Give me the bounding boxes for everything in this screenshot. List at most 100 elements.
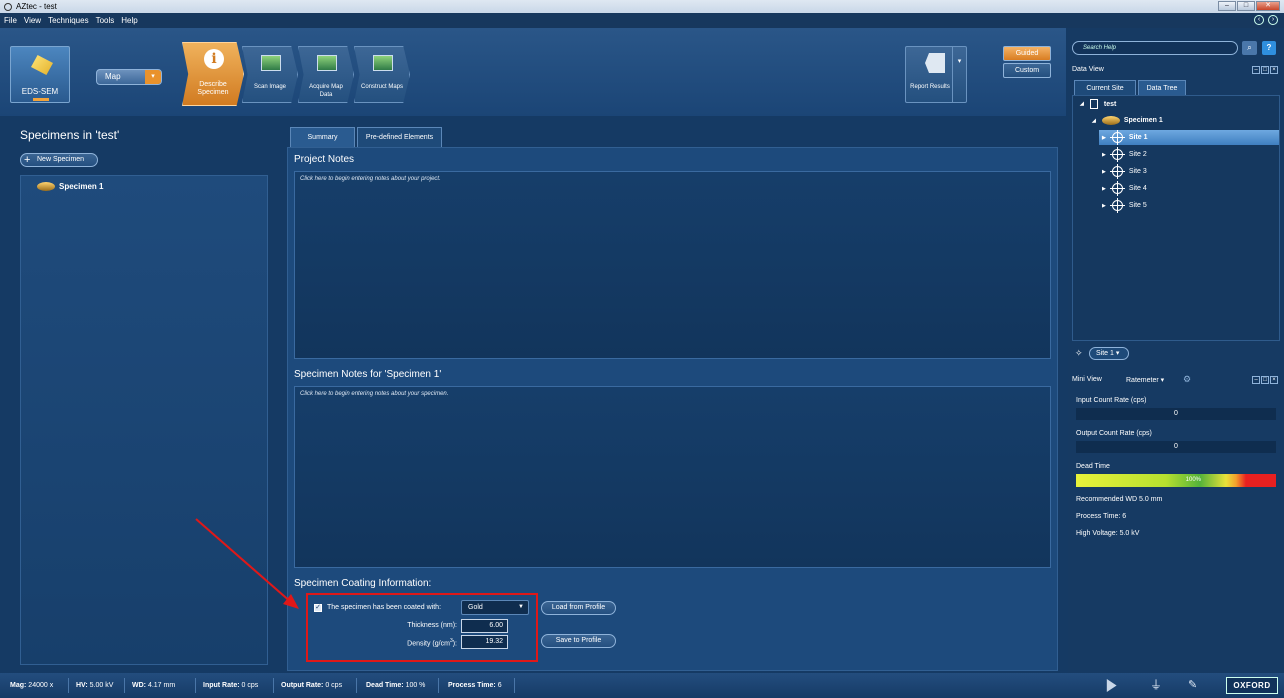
data-view-title: Data View — [1072, 66, 1104, 73]
expand-icon[interactable]: ▶ — [1102, 203, 1106, 209]
tab-summary[interactable]: Summary — [290, 127, 355, 147]
chevron-down-icon: ▾ — [145, 70, 161, 84]
status-dead-value: 100 % — [405, 682, 426, 689]
close-panel-icon[interactable]: × — [1270, 66, 1278, 74]
step-scan-image[interactable]: Scan Image — [242, 46, 298, 103]
info-icon: i — [204, 49, 224, 69]
new-specimen-button[interactable]: + New Specimen — [20, 153, 98, 167]
menu-file[interactable]: File — [4, 16, 17, 25]
tree-site[interactable]: ▶ Site 2 — [1102, 147, 1147, 162]
step-label: Construct Maps — [360, 84, 403, 90]
tree-site-label: Site 4 — [1128, 185, 1147, 192]
close-panel-icon[interactable]: × — [1270, 376, 1278, 384]
document-icon — [1089, 99, 1098, 109]
status-process-label: Process Time: — [448, 682, 496, 689]
status-output-label: Output Rate: — [281, 682, 324, 689]
status-input-label: Input Rate: — [203, 682, 240, 689]
mode-dropdown-value: Map — [105, 72, 121, 81]
load-from-profile-button[interactable]: Load from Profile — [541, 601, 616, 615]
menu-tools[interactable]: Tools — [96, 16, 115, 25]
tree-site[interactable]: ▶ Site 5 — [1102, 198, 1147, 213]
scan-image-icon — [261, 55, 281, 71]
report-dropdown-icon[interactable]: ▾ — [952, 47, 966, 102]
restore-panel-icon[interactable]: □ — [1261, 376, 1269, 384]
tree-specimen[interactable]: ◢ Specimen 1 — [1092, 116, 1163, 125]
guided-button[interactable]: Guided — [1003, 46, 1051, 61]
close-icon[interactable]: ✕ — [1256, 1, 1280, 11]
minimize-panel-icon[interactable]: – — [1252, 66, 1260, 74]
expand-icon[interactable]: ▶ — [1102, 186, 1106, 192]
minimize-panel-icon[interactable]: – — [1252, 376, 1260, 384]
window-controls: – □ ✕ — [1218, 1, 1280, 11]
tree-project[interactable]: ◢ test — [1080, 99, 1116, 109]
menu-techniques[interactable]: Techniques — [48, 16, 88, 25]
specimens-title: Specimens in 'test' — [20, 128, 120, 142]
density-label: Density (g/cm3): — [385, 638, 457, 647]
search-input[interactable]: Search Help — [1072, 41, 1238, 55]
app-icon — [4, 2, 12, 11]
coated-checkbox[interactable]: ✓ — [314, 604, 322, 612]
forward-icon[interactable]: › — [1268, 15, 1278, 25]
probe-icon[interactable]: ⏚ — [1150, 679, 1164, 692]
expand-icon[interactable]: ▶ — [1102, 135, 1106, 141]
specimen-notes-textarea[interactable]: Click here to begin entering notes about… — [294, 386, 1051, 568]
custom-button[interactable]: Custom — [1003, 63, 1051, 78]
report-results-button[interactable]: Report Results ▾ — [905, 46, 967, 103]
tab-predefined-elements[interactable]: Pre-defined Elements — [357, 127, 442, 147]
gear-icon[interactable]: ⚙ — [1183, 374, 1191, 385]
site-selector[interactable]: Site 1 ▾ — [1089, 347, 1129, 360]
step-label: Scan Image — [253, 84, 287, 90]
eds-active-indicator — [33, 98, 49, 101]
mode-dropdown[interactable]: Map ▾ — [96, 69, 162, 85]
status-input-value: 0 cps — [241, 682, 259, 689]
step-construct-maps[interactable]: Construct Maps — [354, 46, 410, 103]
menu-view[interactable]: View — [24, 16, 41, 25]
search-icon[interactable]: ⌕ — [1242, 41, 1257, 55]
expand-icon[interactable]: ◢ — [1092, 118, 1096, 124]
divider — [68, 678, 69, 693]
expand-icon[interactable]: ◢ — [1080, 101, 1084, 107]
ratemeter-dropdown[interactable]: Ratemeter ▾ — [1126, 376, 1164, 384]
step-label: Describe Specimen — [197, 81, 229, 96]
expand-icon[interactable]: ▶ — [1102, 152, 1106, 158]
menu-help[interactable]: Help — [121, 16, 137, 25]
report-icon — [925, 53, 945, 73]
ribbon: EDS-SEM Map ▾ i Describe Specimen Scan I… — [0, 28, 1066, 116]
divider — [514, 678, 515, 693]
divider — [356, 678, 357, 693]
tree-site[interactable]: ▶ Site 1 — [1102, 130, 1148, 145]
back-icon[interactable]: ‹ — [1254, 15, 1264, 25]
maximize-icon[interactable]: □ — [1237, 1, 1255, 11]
step-acquire-map-data[interactable]: Acquire Map Data — [298, 46, 354, 103]
status-bar: Mag: 24000 x HV: 5.00 kV WD: 4.17 mm Inp… — [0, 673, 1284, 698]
thickness-field[interactable]: 6.00 — [461, 619, 508, 633]
oxford-logo: OXFORD — [1226, 677, 1278, 694]
density-field[interactable]: 19.32 — [461, 635, 508, 649]
status-mag-value: 24000 x — [28, 682, 54, 689]
help-icon[interactable]: ? — [1262, 41, 1276, 55]
pen-icon[interactable]: ✎ — [1188, 679, 1202, 692]
process-time: Process Time: 6 — [1076, 513, 1127, 520]
coating-title: Specimen Coating Information: — [294, 578, 432, 589]
tree-specimen-label: Specimen 1 — [1123, 117, 1163, 124]
project-notes-textarea[interactable]: Click here to begin entering notes about… — [294, 171, 1051, 359]
tab-current-site[interactable]: Current Site — [1074, 80, 1136, 95]
site-selector-value: Site 1 — [1096, 350, 1114, 357]
minimize-icon[interactable]: – — [1218, 1, 1236, 11]
tree-site[interactable]: ▶ Site 4 — [1102, 181, 1147, 196]
expand-icon[interactable]: ▶ — [1102, 169, 1106, 175]
crosshair-icon: ✧ — [1075, 348, 1083, 358]
save-to-profile-button[interactable]: Save to Profile — [541, 634, 616, 648]
tab-data-tree[interactable]: Data Tree — [1138, 80, 1186, 95]
status-output-rate: Output Rate: 0 cps — [281, 682, 342, 689]
restore-panel-icon[interactable]: □ — [1261, 66, 1269, 74]
eds-sem-button[interactable]: EDS-SEM — [10, 46, 70, 103]
step-describe-specimen[interactable]: i Describe Specimen — [182, 42, 244, 106]
status-output-value: 0 cps — [325, 682, 343, 689]
list-item[interactable]: Specimen 1 — [37, 182, 103, 191]
divider — [438, 678, 439, 693]
high-voltage: High Voltage: 5.0 kV — [1076, 530, 1140, 537]
tree-site[interactable]: ▶ Site 3 — [1102, 164, 1147, 179]
play-icon[interactable] — [1106, 679, 1117, 692]
coating-material-select[interactable]: Gold ▼ — [461, 600, 529, 615]
